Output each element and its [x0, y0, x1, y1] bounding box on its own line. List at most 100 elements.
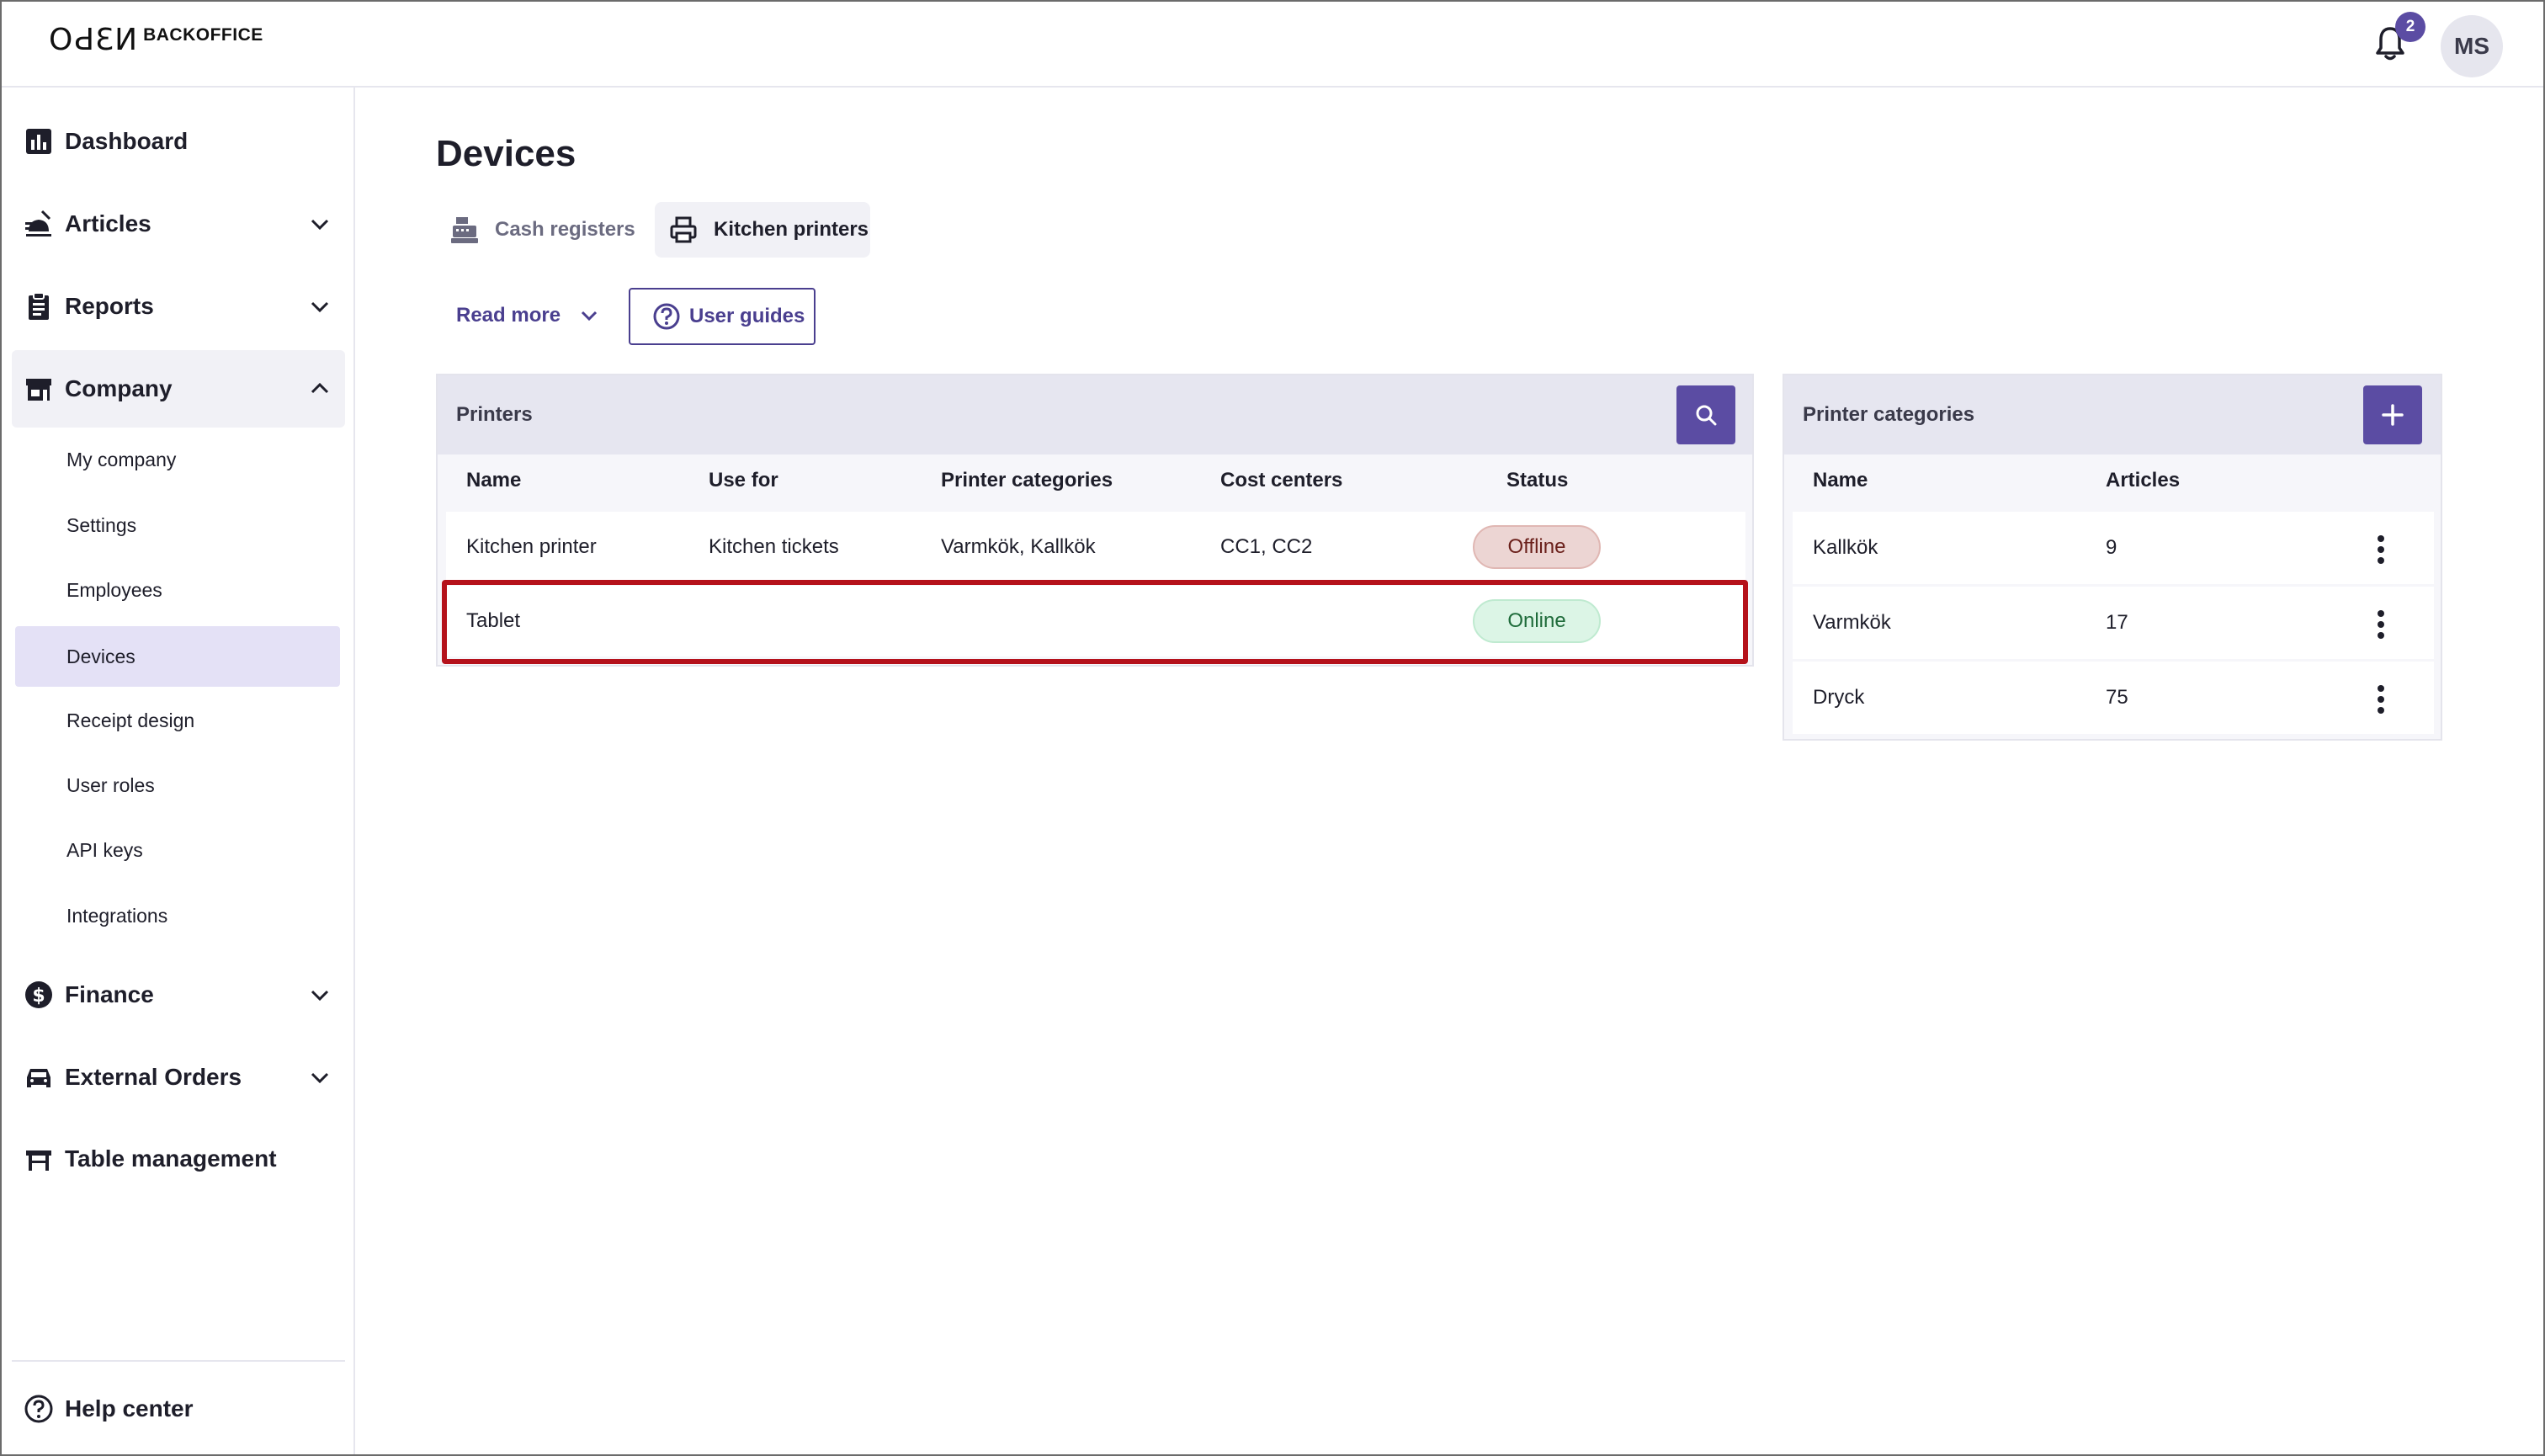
status-badge: Offline: [1473, 525, 1601, 569]
help-center-label: Help center: [65, 1395, 194, 1421]
avatar[interactable]: MS: [2441, 15, 2503, 77]
sidebar-subitem-devices[interactable]: Devices: [15, 626, 340, 687]
sidebar-subitem-label: Receipt design: [66, 709, 195, 731]
user-guides-button[interactable]: User guides: [629, 288, 816, 345]
read-more-toggle[interactable]: Read more: [456, 296, 599, 335]
dashboard-icon: [26, 129, 51, 154]
sidebar-subitem-user-roles[interactable]: User roles: [15, 755, 340, 816]
reports-icon: [29, 292, 49, 320]
sidebar-item-finance[interactable]: $ Finance: [12, 956, 345, 1034]
sidebar-subitem-settings[interactable]: Settings: [15, 495, 340, 555]
sidebar-item-reports[interactable]: Reports: [12, 268, 345, 345]
sidebar-subitem-label: My company: [66, 449, 177, 470]
sidebar-item-label: Finance: [65, 981, 154, 1007]
sidebar-subitem-label: Integrations: [66, 905, 168, 927]
row-highlight-outline: [442, 580, 1748, 664]
category-articles: 9: [2106, 536, 2117, 559]
sidebar-subitem-my-company[interactable]: My company: [15, 429, 340, 490]
more-vertical-icon[interactable]: [2377, 610, 2385, 639]
sidebar-item-table-management[interactable]: Table management: [12, 1120, 345, 1198]
column-header-use-for: Use for: [709, 469, 778, 492]
finance-icon: $: [25, 981, 52, 1008]
sidebar-subitem-label: Devices: [66, 646, 135, 667]
sidebar-item-articles[interactable]: Articles: [12, 185, 345, 263]
sidebar-item-label: External Orders: [65, 1064, 242, 1090]
printer-categories-card: Printer categories Name Articles Kallkök…: [1783, 374, 2442, 741]
cash-register-icon: [451, 217, 478, 243]
printer-icon: [670, 216, 697, 243]
table-management-icon: [26, 1150, 51, 1171]
logo-mark: OԀƐИ: [49, 23, 139, 57]
help-center-link[interactable]: Help center: [12, 1370, 345, 1448]
table-row[interactable]: Varmkök 17: [1793, 587, 2434, 659]
category-name: Kallkök: [1813, 536, 1878, 559]
sidebar-subitem-label: API keys: [66, 839, 143, 861]
sidebar-item-dashboard[interactable]: Dashboard: [12, 103, 345, 180]
tab-kitchen-printers[interactable]: Kitchen printers: [655, 202, 870, 258]
help-icon: [24, 1395, 53, 1423]
printer-cost-centers: CC1, CC2: [1220, 535, 1313, 558]
tab-label: Kitchen printers: [714, 218, 869, 241]
user-guides-label: User guides: [689, 305, 805, 327]
chevron-down-icon: [311, 1072, 329, 1084]
sidebar-subitem-api-keys[interactable]: API keys: [15, 820, 340, 880]
column-header-articles: Articles: [2106, 469, 2181, 492]
printer-categories-card-title: Printer categories: [1803, 403, 1975, 426]
articles-icon: [25, 210, 51, 236]
sidebar-item-label: Reports: [65, 293, 154, 319]
printers-card-title: Printers: [456, 403, 533, 426]
chevron-down-icon: [311, 219, 329, 231]
category-articles: 75: [2106, 686, 2128, 709]
sidebar-subitem-integrations[interactable]: Integrations: [15, 885, 340, 946]
logo[interactable]: OԀƐИ BACKOFFICE: [49, 24, 263, 57]
page-title: Devices: [436, 133, 576, 174]
logo-text: BACKOFFICE: [143, 25, 263, 45]
table-row[interactable]: Kallkök 9: [1793, 512, 2434, 584]
notification-badge: 2: [2395, 12, 2425, 42]
printers-card-header: Printers: [438, 375, 1752, 454]
chevron-down-icon: [311, 990, 329, 1002]
read-more-label: Read more: [456, 304, 561, 327]
printer-use-for: Kitchen tickets: [709, 535, 839, 558]
sidebar-divider: [12, 1360, 345, 1362]
tab-cash-registers[interactable]: Cash registers: [436, 202, 638, 258]
search-button[interactable]: [1676, 385, 1735, 444]
table-row[interactable]: Dryck 75: [1793, 662, 2434, 734]
column-header-name: Name: [466, 469, 522, 492]
add-category-button[interactable]: [2363, 385, 2422, 444]
printer-categories: Varmkök, Kallkök: [941, 535, 1096, 558]
sidebar-item-company[interactable]: Company: [12, 350, 345, 428]
sidebar-subitem-receipt-design[interactable]: Receipt design: [15, 690, 340, 751]
more-vertical-icon[interactable]: [2377, 535, 2385, 564]
printer-name: Kitchen printer: [466, 535, 597, 558]
more-vertical-icon[interactable]: [2377, 685, 2385, 714]
sidebar-item-label: Dashboard: [65, 128, 189, 154]
sidebar-item-external-orders[interactable]: External Orders: [12, 1039, 345, 1116]
external-orders-icon: [27, 1069, 50, 1087]
column-header-name: Name: [1813, 469, 1868, 492]
chevron-up-icon: [311, 382, 329, 394]
svg-text:$: $: [32, 986, 45, 1007]
sidebar-item-label: Company: [65, 375, 173, 401]
tab-label: Cash registers: [495, 218, 635, 241]
chevron-down-icon: [311, 301, 329, 313]
sidebar-subitem-employees[interactable]: Employees: [15, 560, 340, 620]
app-window: OԀƐИ BACKOFFICE 2 MS Dashboard Articles …: [0, 0, 2545, 1456]
sidebar-subitem-label: User roles: [66, 774, 155, 796]
sidebar-subitem-label: Employees: [66, 579, 162, 601]
plus-icon: [2382, 404, 2404, 426]
column-header-printer-categories: Printer categories: [941, 469, 1113, 492]
category-name: Varmkök: [1813, 611, 1891, 634]
company-icon: [26, 379, 51, 401]
category-articles: 17: [2106, 611, 2128, 634]
sidebar: Dashboard Articles Reports Company My co…: [2, 88, 355, 1454]
printer-categories-card-header: Printer categories: [1784, 375, 2441, 454]
category-name: Dryck: [1813, 686, 1865, 709]
question-circle-icon: [653, 303, 680, 330]
search-icon: [1696, 405, 1717, 426]
table-row[interactable]: Kitchen printer Kitchen tickets Varmkök,…: [446, 512, 1745, 582]
sidebar-item-label: Articles: [65, 210, 151, 236]
sidebar-item-label: Table management: [65, 1145, 277, 1172]
column-header-status: Status: [1506, 469, 1569, 492]
column-header-cost-centers: Cost centers: [1220, 469, 1343, 492]
